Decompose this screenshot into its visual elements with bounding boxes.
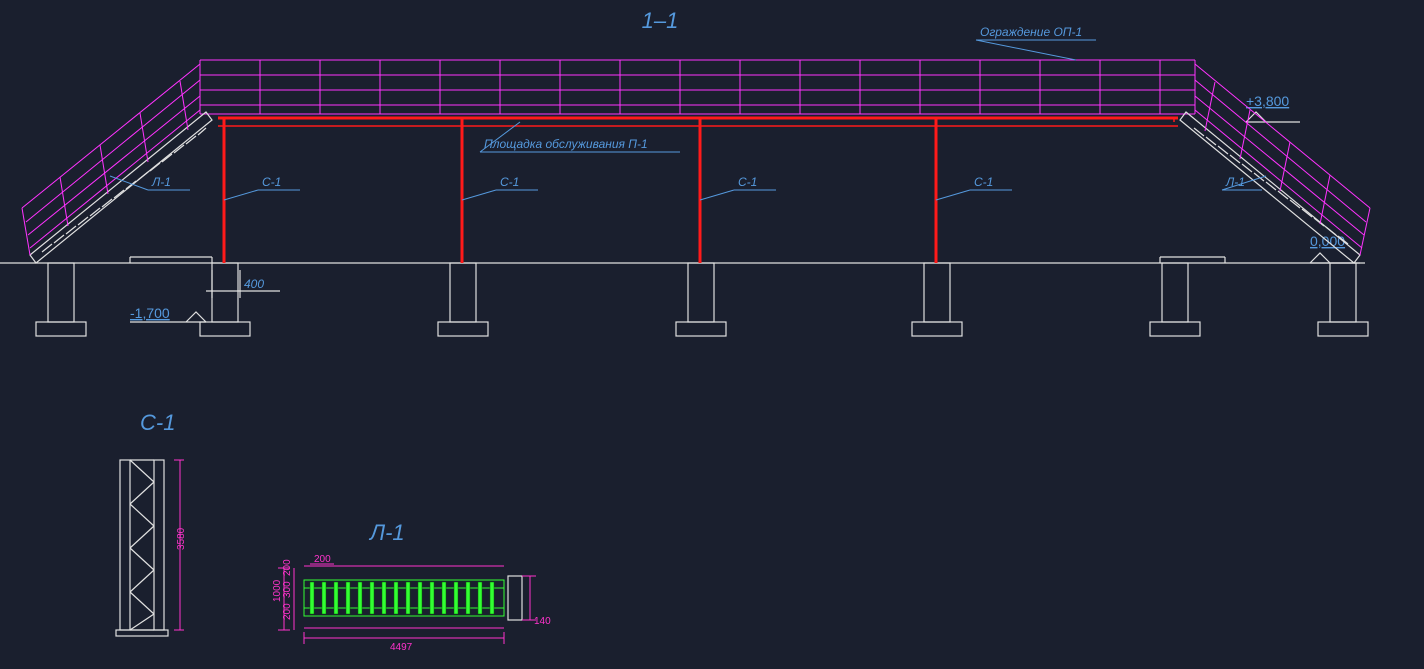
svg-text:С-1: С-1 [738,175,757,189]
svg-text:4497: 4497 [390,642,413,653]
leaders: Ограждение ОП-1 Площадка обслуживания П-… [110,25,1266,200]
svg-text:3580: 3580 [176,527,187,550]
svg-text:С-1: С-1 [500,175,519,189]
svg-text:200: 200 [282,559,293,576]
elev-foundation: -1,700 [130,305,206,322]
svg-text:Площадка обслуживания П-1: Площадка обслуживания П-1 [484,137,648,151]
stair-left [22,64,212,263]
svg-text:С-1: С-1 [262,175,281,189]
svg-text:Л-1: Л-1 [368,520,405,545]
elev-top: +3,800 [1246,93,1300,122]
svg-text:Л-1: Л-1 [151,175,171,189]
svg-text:-1,700: -1,700 [130,305,170,321]
detail-c1: С-1 3580 [116,410,187,636]
section-title: 1–1 [642,8,679,33]
svg-text:200: 200 [314,554,331,565]
steel-frame [218,118,1178,263]
svg-text:140: 140 [534,616,551,627]
svg-text:С-1: С-1 [974,175,993,189]
foundations [36,263,1368,336]
dim-400: 400 [206,270,280,298]
svg-text:200: 200 [282,603,293,620]
section-1-1: 1–1 +3,800 0,000 -1,700 400 [0,8,1370,336]
svg-text:С-1: С-1 [140,410,175,435]
svg-text:300: 300 [282,581,293,598]
detail-l1: Л-1 1000 200 300 200 [272,520,551,653]
svg-text:+3,800: +3,800 [1246,93,1289,109]
svg-text:400: 400 [244,277,264,291]
svg-text:Л-1: Л-1 [1225,175,1245,189]
railing-deck [200,60,1195,114]
svg-text:Ограждение ОП-1: Ограждение ОП-1 [980,25,1082,39]
